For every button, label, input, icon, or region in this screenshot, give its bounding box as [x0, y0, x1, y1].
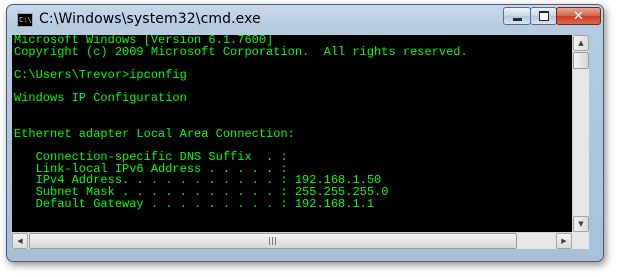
scroll-right-button[interactable]: ▶ [556, 233, 572, 249]
arrow-right-icon: ▶ [561, 237, 567, 245]
scroll-left-button[interactable]: ◀ [12, 233, 28, 249]
console-line: Ethernet adapter Local Area Connection: [14, 126, 295, 141]
vertical-scrollbar[interactable]: ▲ ▼ [572, 35, 589, 232]
console-line: Copyright (c) 2009 Microsoft Corporation… [14, 44, 468, 59]
console-line: Default Gateway . . . . . . . . . : 192.… [14, 196, 375, 211]
window-title: C:\Windows\system32\cmd.exe [39, 11, 261, 27]
scrollbar-corner [572, 232, 589, 249]
horizontal-scroll-thumb[interactable] [29, 233, 517, 249]
arrow-left-icon: ◀ [17, 237, 23, 245]
console-line: C:\Users\Trevor>ipconfig [14, 68, 187, 83]
vertical-scroll-thumb[interactable] [573, 52, 589, 69]
close-button[interactable]: ✕ [556, 7, 601, 25]
arrow-down-icon: ▼ [578, 220, 584, 228]
horizontal-scrollbar[interactable]: ◀ ▶ [12, 232, 572, 249]
arrow-up-icon: ▲ [578, 39, 584, 47]
grip-icon [269, 237, 277, 245]
console-line: Windows IP Configuration [14, 91, 187, 106]
cmd-app-icon[interactable]: C:\ [17, 13, 33, 27]
minimize-button[interactable] [503, 7, 531, 25]
scroll-down-button[interactable]: ▼ [573, 216, 589, 232]
maximize-icon [538, 11, 549, 21]
maximize-button[interactable] [530, 7, 557, 25]
close-icon: ✕ [573, 8, 584, 24]
scroll-up-button[interactable]: ▲ [573, 35, 589, 51]
console-output[interactable]: Microsoft Windows [Version 6.1.7600] Copy… [12, 35, 572, 232]
minimize-icon [512, 17, 522, 21]
title-bar[interactable]: C:\ C:\Windows\system32\cmd.exe ✕ [7, 5, 603, 35]
